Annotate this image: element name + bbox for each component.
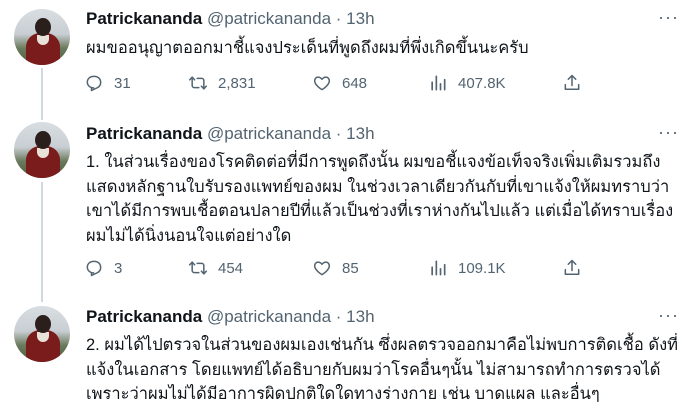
tweet-1[interactable]: Patrickananda @patrickananda · 13h ··· ผ… [0,0,700,110]
reply-count: 31 [114,74,131,92]
retweet-icon [188,76,208,90]
views-count: 109.1K [458,259,506,277]
like-icon [313,261,331,276]
retweet-icon [188,261,208,275]
tweet-2[interactable]: Patrickananda @patrickananda · 13h ··· 1… [0,110,700,300]
views-count: 407.8K [458,74,506,92]
reply-icon [86,75,102,92]
like-icon [313,76,331,91]
views-button[interactable]: 109.1K [428,258,506,278]
display-name[interactable]: Patrickananda [86,9,202,28]
reply-button[interactable]: 3 [84,258,122,278]
retweet-button[interactable]: 2,831 [188,73,256,93]
display-name[interactable]: Patrickananda [86,124,202,143]
timestamp[interactable]: 13h [346,124,374,143]
views-icon [431,75,446,91]
tweet-text: ผมขออนุญาตออกมาชี้แจงประเด็นที่พูดถึงผมท… [86,39,529,57]
tweet-text: 2. ผมได้ไปตรวจในส่วนของผมเองเช่นกัน ซึ่ง… [86,336,679,403]
tweet-actions: 3 454 85 109.1K [84,258,604,282]
display-name[interactable]: Patrickananda [86,307,202,326]
more-icon[interactable]: ··· [658,305,679,326]
like-button[interactable]: 648 [312,73,367,93]
tweet-header: Patrickananda @patrickananda · 13h [86,9,375,29]
reply-button[interactable]: 31 [84,73,131,93]
tweet-3[interactable]: Patrickananda @patrickananda · 13h ··· 2… [0,300,700,409]
more-icon[interactable]: ··· [658,7,679,28]
like-count: 648 [342,74,368,92]
share-icon [564,259,580,275]
share-button[interactable] [562,73,582,93]
tweet-text: 1. ในส่วนเรื่องของโรคติดต่อที่มีการพูดถึ… [86,153,674,245]
views-icon [431,260,446,276]
user-handle[interactable]: @patrickananda [207,9,331,28]
tweet-header: Patrickananda @patrickananda · 13h [86,124,375,144]
share-button[interactable] [562,258,582,278]
separator-dot: · [335,124,342,143]
retweet-button[interactable]: 454 [188,258,243,278]
reply-icon [86,260,102,277]
timestamp[interactable]: 13h [346,307,374,326]
separator-dot: · [335,307,342,326]
tweet-header: Patrickananda @patrickananda · 13h [86,307,375,327]
user-handle[interactable]: @patrickananda [207,124,331,143]
retweet-count: 2,831 [218,74,256,92]
reply-count: 3 [114,259,123,277]
like-button[interactable]: 85 [312,258,359,278]
separator-dot: · [335,9,342,28]
more-icon[interactable]: ··· [658,122,679,143]
like-count: 85 [342,259,359,277]
retweet-count: 454 [218,259,244,277]
user-handle[interactable]: @patrickananda [207,307,331,326]
avatar[interactable] [14,306,70,362]
avatar[interactable] [14,9,70,65]
share-icon [564,74,580,90]
tweet-actions: 31 2,831 648 407.8K [84,73,604,97]
views-button[interactable]: 407.8K [428,73,506,93]
timestamp[interactable]: 13h [346,9,374,28]
avatar[interactable] [14,122,70,178]
